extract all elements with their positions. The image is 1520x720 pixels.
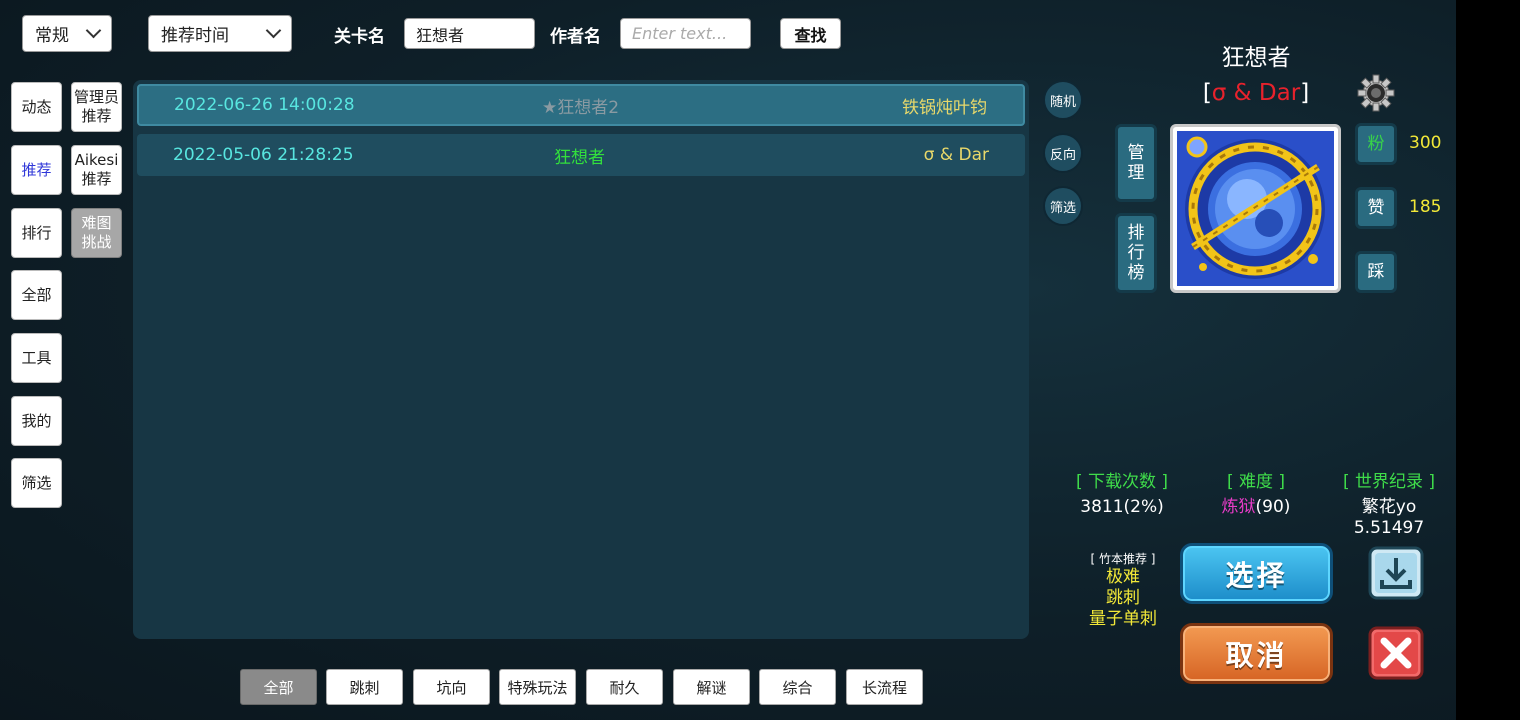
record-time: 5.51497 — [1353, 518, 1425, 538]
reverse-button[interactable]: 反向 — [1043, 133, 1083, 173]
random-button[interactable]: 随机 — [1043, 80, 1083, 120]
nav-dynamic[interactable]: 动态 — [11, 82, 62, 132]
nav-ranking[interactable]: 排行 — [11, 208, 62, 258]
fans-button[interactable]: 粉 — [1355, 123, 1397, 165]
leaderboard-button[interactable]: 排 行 榜 — [1115, 213, 1157, 293]
nav-mine[interactable]: 我的 — [11, 396, 62, 446]
author-name-label: 作者名 — [550, 27, 601, 47]
tab-all[interactable]: 全部 — [240, 669, 317, 705]
tab-endurance[interactable]: 耐久 — [586, 669, 663, 705]
row-author: σ & Dar — [923, 145, 989, 165]
category-select-value: 常规 — [35, 26, 69, 46]
tab-special[interactable]: 特殊玩法 — [499, 669, 576, 705]
nav-filter[interactable]: 筛选 — [11, 458, 62, 508]
difficulty-number: (90) — [1255, 497, 1291, 517]
difficulty-value: 炼狱(90) — [1196, 497, 1316, 518]
nav-admin-recommend[interactable]: 管理员 推荐 — [71, 82, 122, 132]
level-thumbnail — [1170, 124, 1341, 293]
close-icon[interactable] — [1368, 626, 1424, 680]
fans-count: 300 — [1409, 133, 1442, 153]
sort-select[interactable]: 推荐时间 — [148, 15, 292, 52]
tab-spikes[interactable]: 跳刺 — [326, 669, 403, 705]
search-button[interactable]: 查找 — [780, 18, 841, 49]
bamboo-recommend-header: [ 竹本推荐 ] — [1090, 552, 1156, 566]
downloads-header: [ 下载次数 ] — [1075, 472, 1169, 492]
cancel-button[interactable]: 取消 — [1180, 623, 1333, 684]
bamboo-tag: 量子单刺 — [1089, 609, 1157, 629]
row-date: 2022-06-26 14:00:28 — [174, 95, 355, 115]
bracket-open: [ — [1202, 80, 1212, 106]
tab-mixed[interactable]: 综合 — [759, 669, 836, 705]
like-count: 185 — [1409, 197, 1442, 217]
category-select[interactable]: 常规 — [22, 15, 112, 52]
list-row[interactable]: 2022-05-06 21:28:25 狂想者 σ & Dar — [137, 134, 1025, 176]
filter-button[interactable]: 筛选 — [1043, 186, 1083, 226]
author-name-input[interactable]: Enter text... — [620, 18, 751, 49]
screen-edge — [1456, 0, 1520, 720]
gear-icon[interactable] — [1357, 74, 1395, 112]
bamboo-tag: 跳刺 — [1106, 588, 1140, 608]
chevron-down-icon — [265, 22, 282, 39]
select-button[interactable]: 选择 — [1180, 543, 1333, 604]
bamboo-tag: 极难 — [1106, 567, 1140, 587]
row-level-name: ★狂想者2 — [542, 97, 620, 118]
nav-recommend[interactable]: 推荐 — [11, 145, 62, 195]
nav-all[interactable]: 全部 — [11, 270, 62, 320]
difficulty-header: [ 难度 ] — [1226, 472, 1286, 492]
nav-aikesi-recommend[interactable]: Aikesi 推荐 — [71, 145, 122, 195]
level-author: [σ & Dar] — [1156, 80, 1356, 106]
nav-hard-challenge[interactable]: 难图 挑战 — [71, 208, 122, 258]
difficulty-name: 炼狱 — [1221, 497, 1256, 517]
bracket-close: ] — [1300, 80, 1310, 106]
manage-button[interactable]: 管 理 — [1115, 124, 1157, 202]
downloads-value: 3811(2%) — [1080, 497, 1164, 517]
dislike-button[interactable]: 踩 — [1355, 251, 1397, 293]
tab-long[interactable]: 长流程 — [846, 669, 923, 705]
level-title: 狂想者 — [1221, 45, 1291, 71]
level-name-input[interactable]: 狂想者 — [404, 18, 535, 49]
tab-troll[interactable]: 坑向 — [413, 669, 490, 705]
nav-tools[interactable]: 工具 — [11, 333, 62, 383]
record-holder: 繁花yo — [1361, 497, 1417, 517]
chevron-down-icon — [85, 22, 102, 39]
tab-puzzle[interactable]: 解谜 — [673, 669, 750, 705]
level-name-label: 关卡名 — [334, 27, 385, 47]
row-date: 2022-05-06 21:28:25 — [173, 145, 354, 165]
row-author: 铁锅炖叶钧 — [902, 97, 987, 118]
bamboo-tags: 极难 跳刺 量子单刺 — [1068, 567, 1178, 630]
list-row[interactable]: 2022-06-26 14:00:28 ★狂想者2 铁锅炖叶钧 — [137, 84, 1025, 126]
download-icon[interactable] — [1368, 546, 1424, 600]
like-button[interactable]: 赞 — [1355, 187, 1397, 229]
sort-select-value: 推荐时间 — [161, 26, 229, 46]
author-name: σ & Dar — [1211, 80, 1301, 106]
world-record-header: [ 世界纪录 ] — [1342, 472, 1436, 492]
row-level-name: 狂想者 — [554, 147, 605, 168]
